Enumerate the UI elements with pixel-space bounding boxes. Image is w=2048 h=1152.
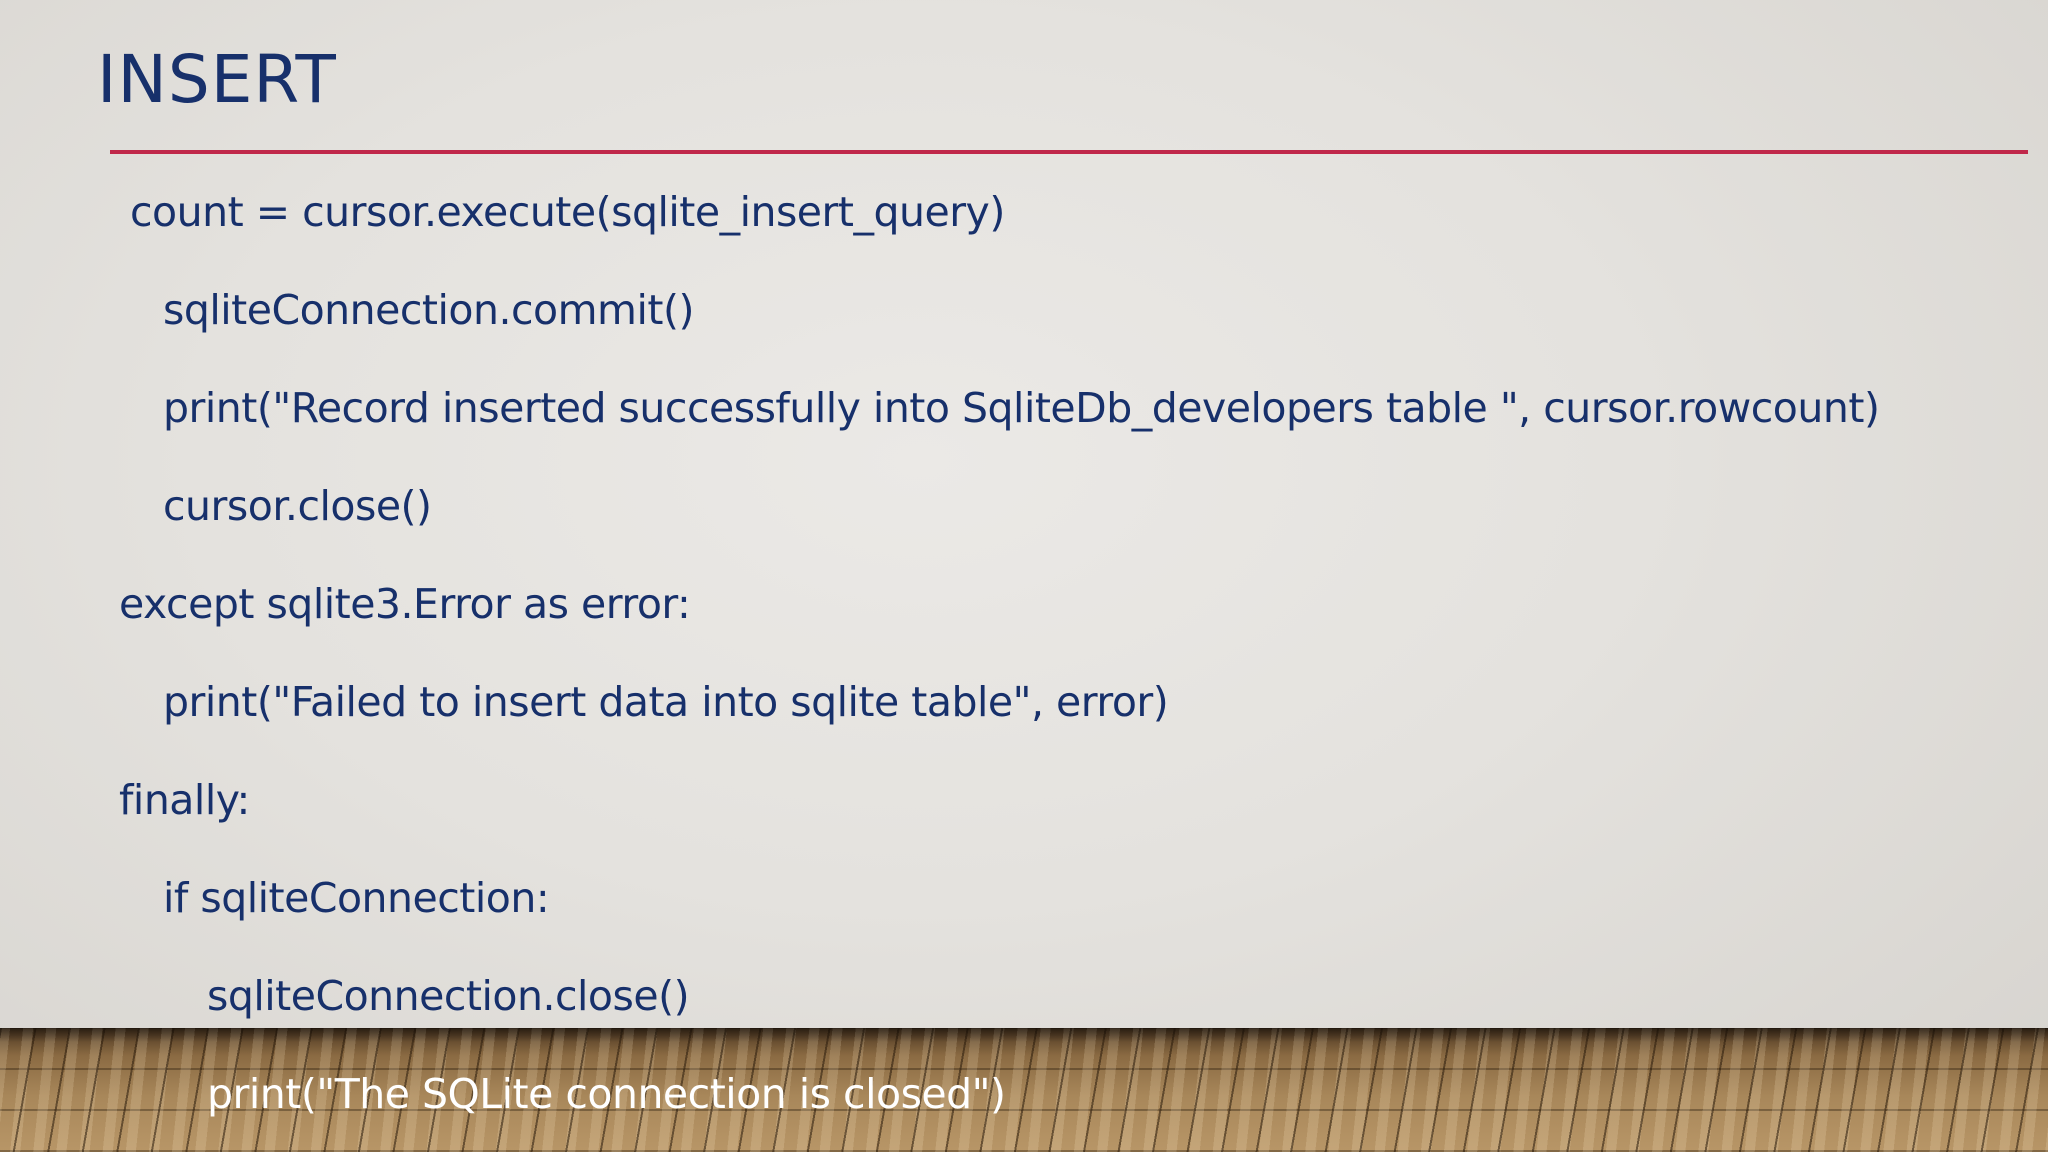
code-line: print("Failed to insert data into sqlite… [163, 678, 1169, 726]
floor-shadow [0, 1028, 2048, 1042]
code-line: finally: [119, 776, 250, 824]
title-underline [110, 150, 2028, 154]
code-line: print("The SQLite connection is closed") [207, 1070, 1006, 1118]
code-line: count = cursor.execute(sqlite_insert_que… [130, 188, 1005, 236]
code-line: print("Record inserted successfully into… [163, 384, 1880, 432]
code-line: sqliteConnection.close() [207, 972, 690, 1020]
code-line: if sqliteConnection: [163, 874, 550, 922]
slide-title: INSERT [97, 41, 337, 118]
code-line: cursor.close() [163, 482, 432, 530]
code-line: except sqlite3.Error as error: [119, 580, 691, 628]
code-line: sqliteConnection.commit() [163, 286, 694, 334]
